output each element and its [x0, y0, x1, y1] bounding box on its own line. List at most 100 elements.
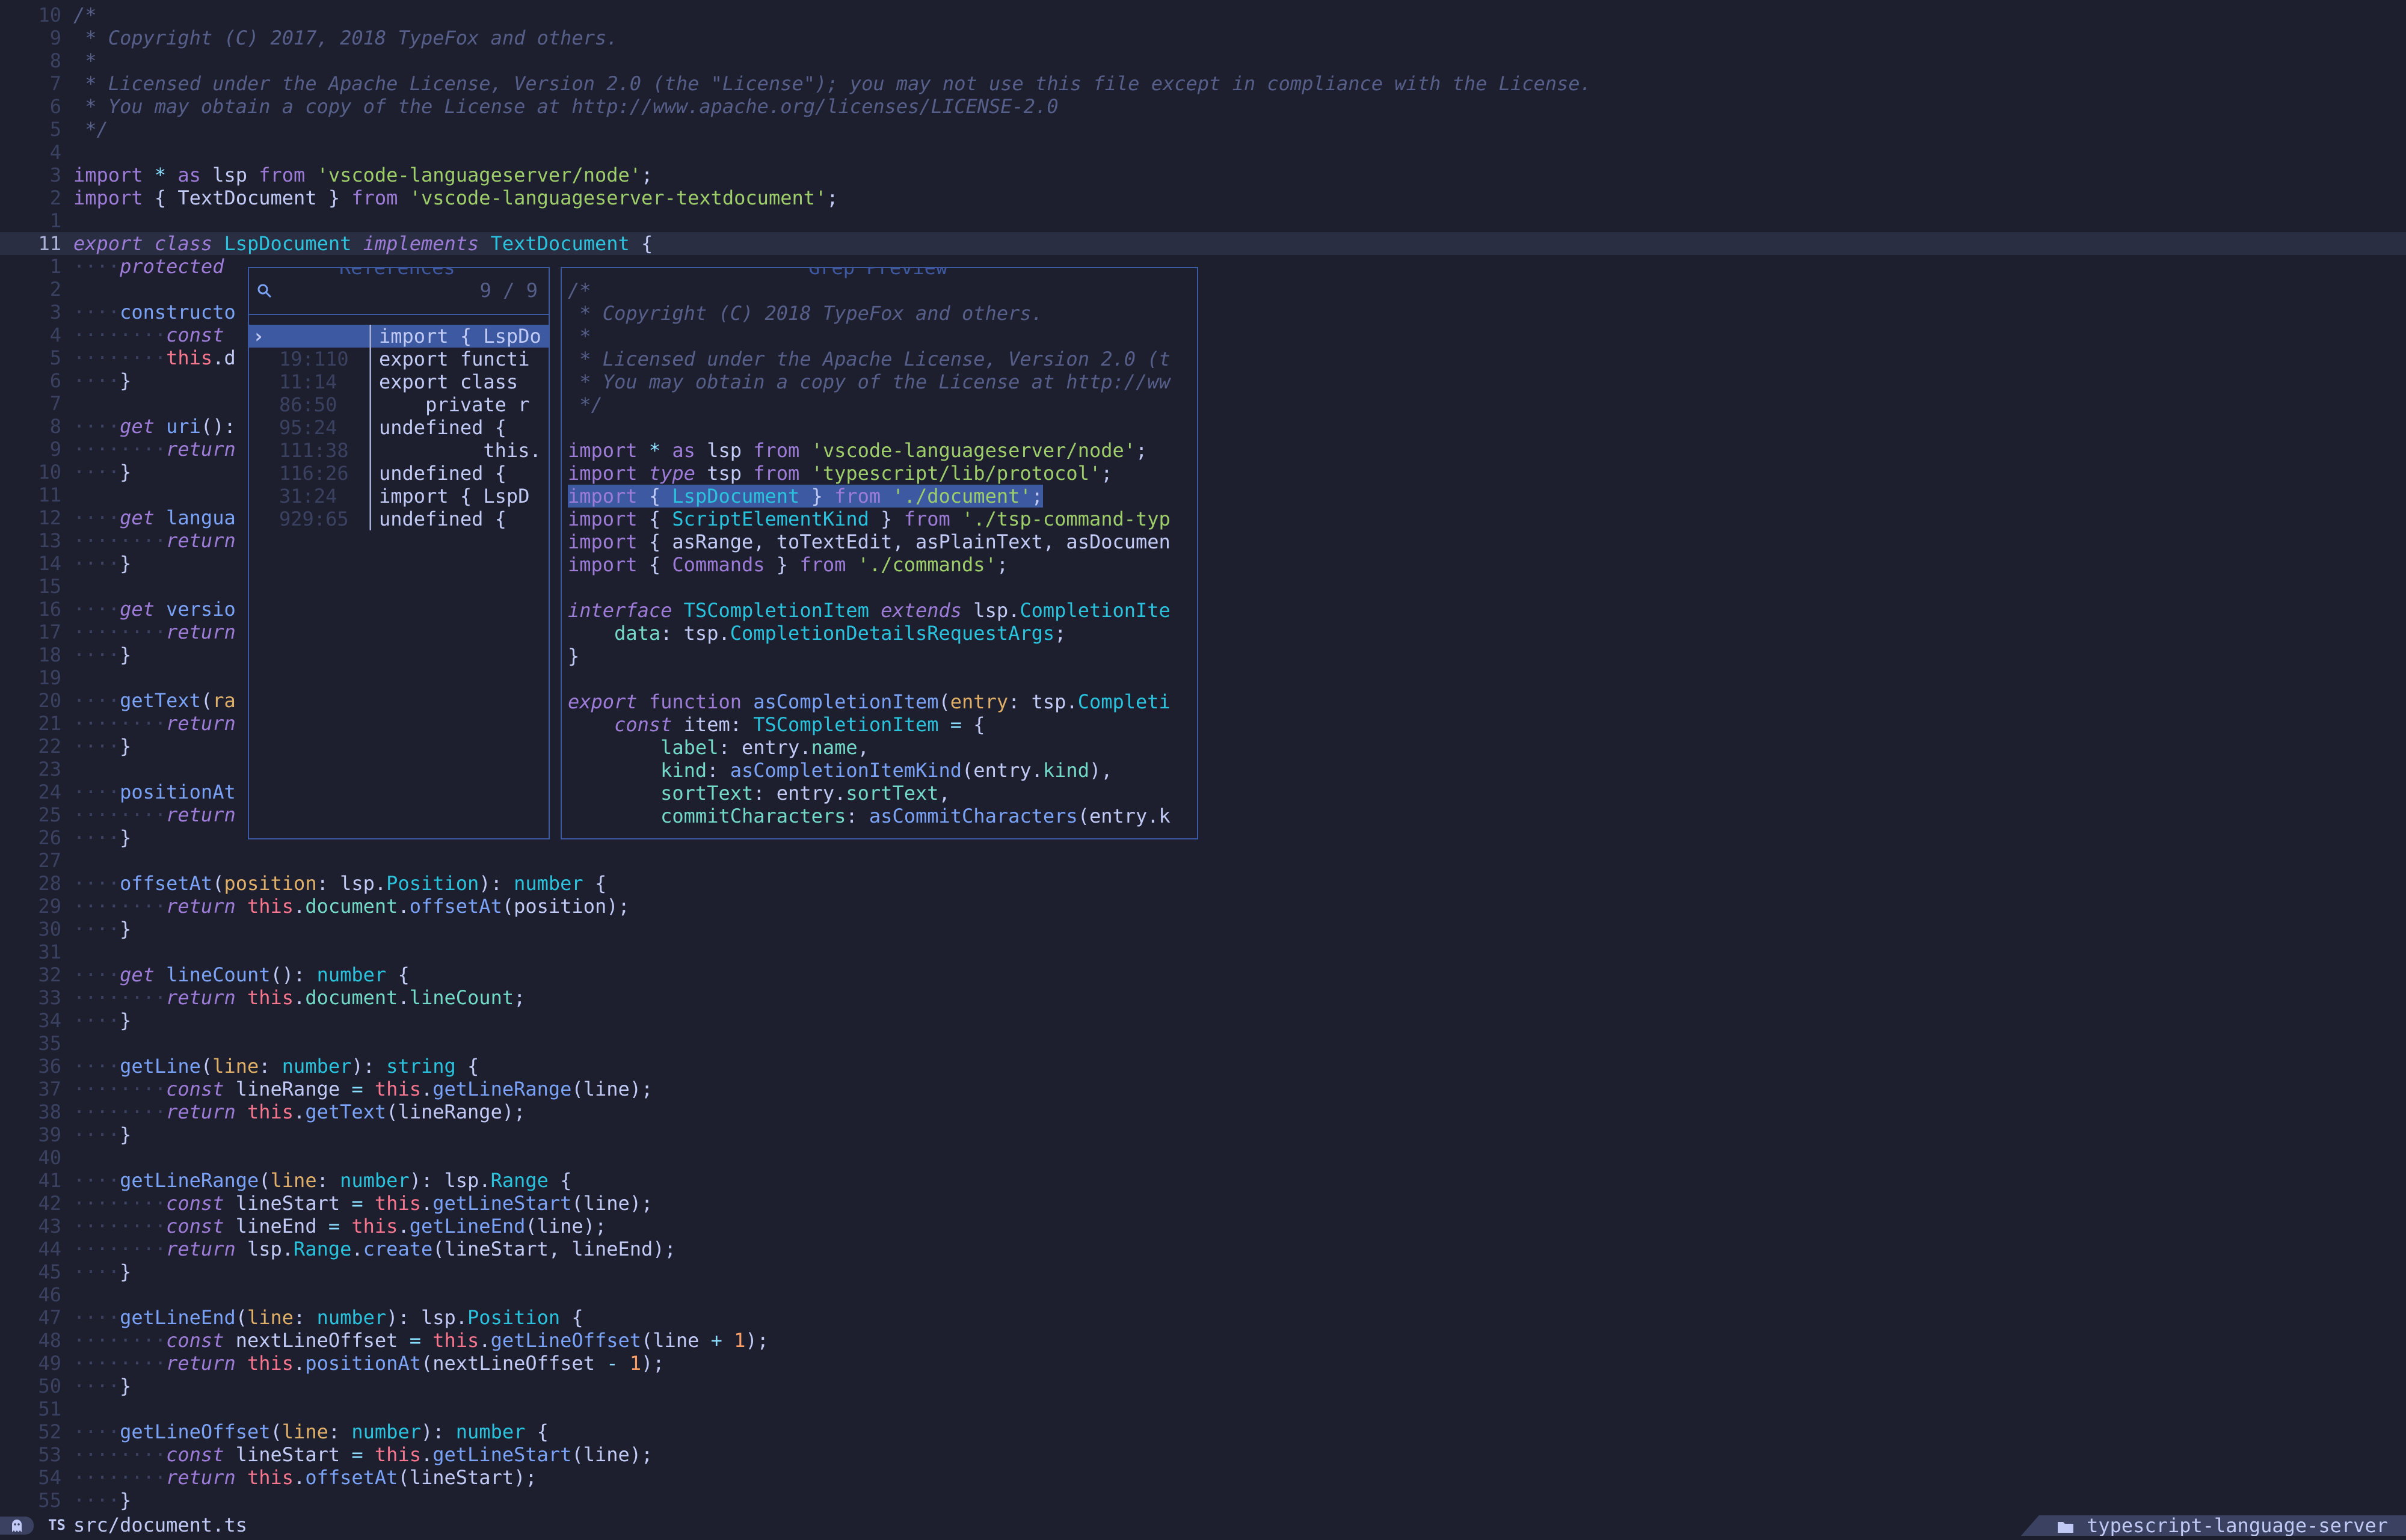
code-line[interactable]: 41 ····getLineRange(line: number): lsp.Ra…	[0, 1169, 2406, 1192]
code-line[interactable]: 33 ········return this.document.lineCount…	[0, 986, 2406, 1009]
reference-item[interactable]: 929:65 │ undefined {	[249, 508, 549, 530]
code-line[interactable]: 46	[0, 1283, 2406, 1306]
code-token: getLineStart	[432, 1443, 572, 1466]
code-token: ),	[1089, 759, 1113, 782]
code-token: }	[120, 369, 132, 392]
code-line[interactable]: 40	[0, 1146, 2406, 1169]
code-line[interactable]: 27	[0, 849, 2406, 872]
code-line[interactable]: 29 ········return this.document.offsetAt(…	[0, 895, 2406, 918]
code-line[interactable]: 55 ····}	[0, 1489, 2406, 1512]
code-token: .	[398, 895, 410, 918]
reference-item[interactable]: 86:50 │ private r	[249, 393, 549, 416]
reference-location: 31:24	[279, 485, 337, 508]
line-number: 51	[38, 1397, 61, 1420]
code-token: lineStart	[224, 1443, 352, 1466]
code-line[interactable]: 10 /*	[0, 4, 2406, 26]
code-line[interactable]: 44 ········return lsp.Range.create(lineSt…	[0, 1238, 2406, 1260]
line-number: 38	[38, 1100, 61, 1123]
reference-item[interactable]: 19:110 │ export functi	[249, 348, 549, 370]
line-number: 31	[38, 940, 61, 963]
references-search-input[interactable]: 9 / 9	[255, 279, 544, 302]
reference-item[interactable]: 31:24 │ import { LspD	[249, 485, 549, 508]
code-line[interactable]: 31	[0, 940, 2406, 963]
code-line[interactable]: 52 ····getLineOffset(line: number): numbe…	[0, 1420, 2406, 1443]
code-line[interactable]: 28 ····offsetAt(position: lsp.Position): …	[0, 872, 2406, 895]
code-token: :	[707, 759, 730, 782]
code-line[interactable]: 35	[0, 1032, 2406, 1055]
code-line[interactable]: 45 ····}	[0, 1260, 2406, 1283]
code-line[interactable]: 49 ········return this.positionAt(nextLin…	[0, 1352, 2406, 1375]
code-token: .	[294, 986, 306, 1009]
references-window[interactable]: References 9 / 9 › │ import { LspDo 19:110 │…	[248, 267, 550, 839]
code-token: {	[386, 963, 410, 986]
code-token: .	[294, 1466, 306, 1489]
code-token: ····	[73, 1123, 120, 1146]
line-number: 55	[38, 1489, 61, 1512]
code-text: ····}	[73, 461, 131, 483]
code-line[interactable]: 7 * Licensed under the Apache License, V…	[0, 72, 2406, 95]
line-number: 5	[49, 118, 61, 141]
code-line[interactable]: 37 ········const lineRange = this.getLine…	[0, 1078, 2406, 1100]
line-number: 29	[38, 895, 61, 918]
code-line[interactable]: 47 ····getLineEnd(line: number): lsp.Posi…	[0, 1306, 2406, 1329]
line-number: 7	[49, 72, 61, 95]
code-line[interactable]: 3 import * as lsp from 'vscode-languagese…	[0, 164, 2406, 186]
reference-item[interactable]: › │ import { LspDo	[249, 325, 549, 348]
code-token: from	[753, 462, 800, 485]
code-line[interactable]: 42 ········const lineStart = this.getLine…	[0, 1192, 2406, 1215]
preview-line: }	[568, 645, 579, 667]
preview-code: const item: TSCompletionItem = {	[568, 713, 985, 736]
code-line[interactable]: 32 ····get lineCount(): number {	[0, 963, 2406, 986]
code-line[interactable]: 8 *	[0, 49, 2406, 72]
code-token: document	[305, 895, 398, 918]
code-token: getLineStart	[432, 1192, 572, 1215]
code-token: this	[235, 986, 294, 1009]
code-line[interactable]: 48 ········const nextLineOffset = this.ge…	[0, 1329, 2406, 1352]
preview-code: */	[568, 393, 603, 416]
reference-item[interactable]: 95:24 │ undefined {	[249, 416, 549, 439]
code-token: ····	[73, 1260, 120, 1283]
code-line[interactable]: 4	[0, 141, 2406, 164]
code-line[interactable]: 1	[0, 209, 2406, 232]
code-line[interactable]: 34 ····}	[0, 1009, 2406, 1032]
code-line[interactable]: 5 */	[0, 118, 2406, 141]
preview-code: * Licensed under the Apache License, Ver…	[568, 348, 1171, 370]
code-line[interactable]: 36 ····getLine(line: number): string {	[0, 1055, 2406, 1078]
code-line[interactable]: 50 ····}	[0, 1375, 2406, 1397]
code-token: constructo	[120, 301, 236, 324]
line-number: 24	[38, 781, 61, 803]
line-number: 53	[38, 1443, 61, 1466]
code-line[interactable]: 9 * Copyright (C) 2017, 2018 TypeFox and…	[0, 26, 2406, 49]
code-line[interactable]: 53 ········const lineStart = this.getLine…	[0, 1443, 2406, 1466]
code-token: {	[629, 232, 653, 255]
preview-line: kind: asCompletionItemKind(entry.kind),	[568, 759, 1112, 782]
preview-code: kind: asCompletionItemKind(entry.kind),	[568, 759, 1112, 782]
code-line[interactable]: 54 ········return this.offsetAt(lineStart…	[0, 1466, 2406, 1489]
reference-location: 19:110	[279, 348, 349, 370]
code-line[interactable]: 11 export class LspDocument implements Te…	[0, 232, 2406, 255]
preview-line: const item: TSCompletionItem = {	[568, 713, 985, 736]
code-token: .	[294, 895, 306, 918]
code-line[interactable]: 38 ········return this.getText(lineRange)…	[0, 1100, 2406, 1123]
reference-item[interactable]: 11:14 │ export class	[249, 370, 549, 393]
code-token: }	[120, 826, 132, 849]
code-line[interactable]: 39 ····}	[0, 1123, 2406, 1146]
code-token: return	[166, 1100, 236, 1123]
code-token: (line);	[571, 1192, 653, 1215]
code-line[interactable]: 6 * You may obtain a copy of the License…	[0, 95, 2406, 118]
code-text: ········const lineEnd = this.getLineEnd(…	[73, 1215, 606, 1238]
code-text: ····getLine(line: number): string {	[73, 1055, 479, 1078]
code-line[interactable]: 43 ········const lineEnd = this.getLineEn…	[0, 1215, 2406, 1238]
preview-code: /*	[568, 279, 591, 302]
line-number: 6	[49, 95, 61, 118]
code-line[interactable]: 30 ····}	[0, 918, 2406, 940]
code-token: this	[235, 1352, 294, 1375]
code-token: ;	[514, 986, 526, 1009]
reference-item[interactable]: 116:26 │ undefined {	[249, 462, 549, 485]
preview-code: *	[568, 325, 591, 348]
code-line[interactable]: 51	[0, 1397, 2406, 1420]
reference-item[interactable]: 111:38 │ this.	[249, 439, 549, 462]
code-token: lineStart	[224, 1192, 352, 1215]
code-line[interactable]: 2 import { TextDocument } from 'vscode-la…	[0, 186, 2406, 209]
